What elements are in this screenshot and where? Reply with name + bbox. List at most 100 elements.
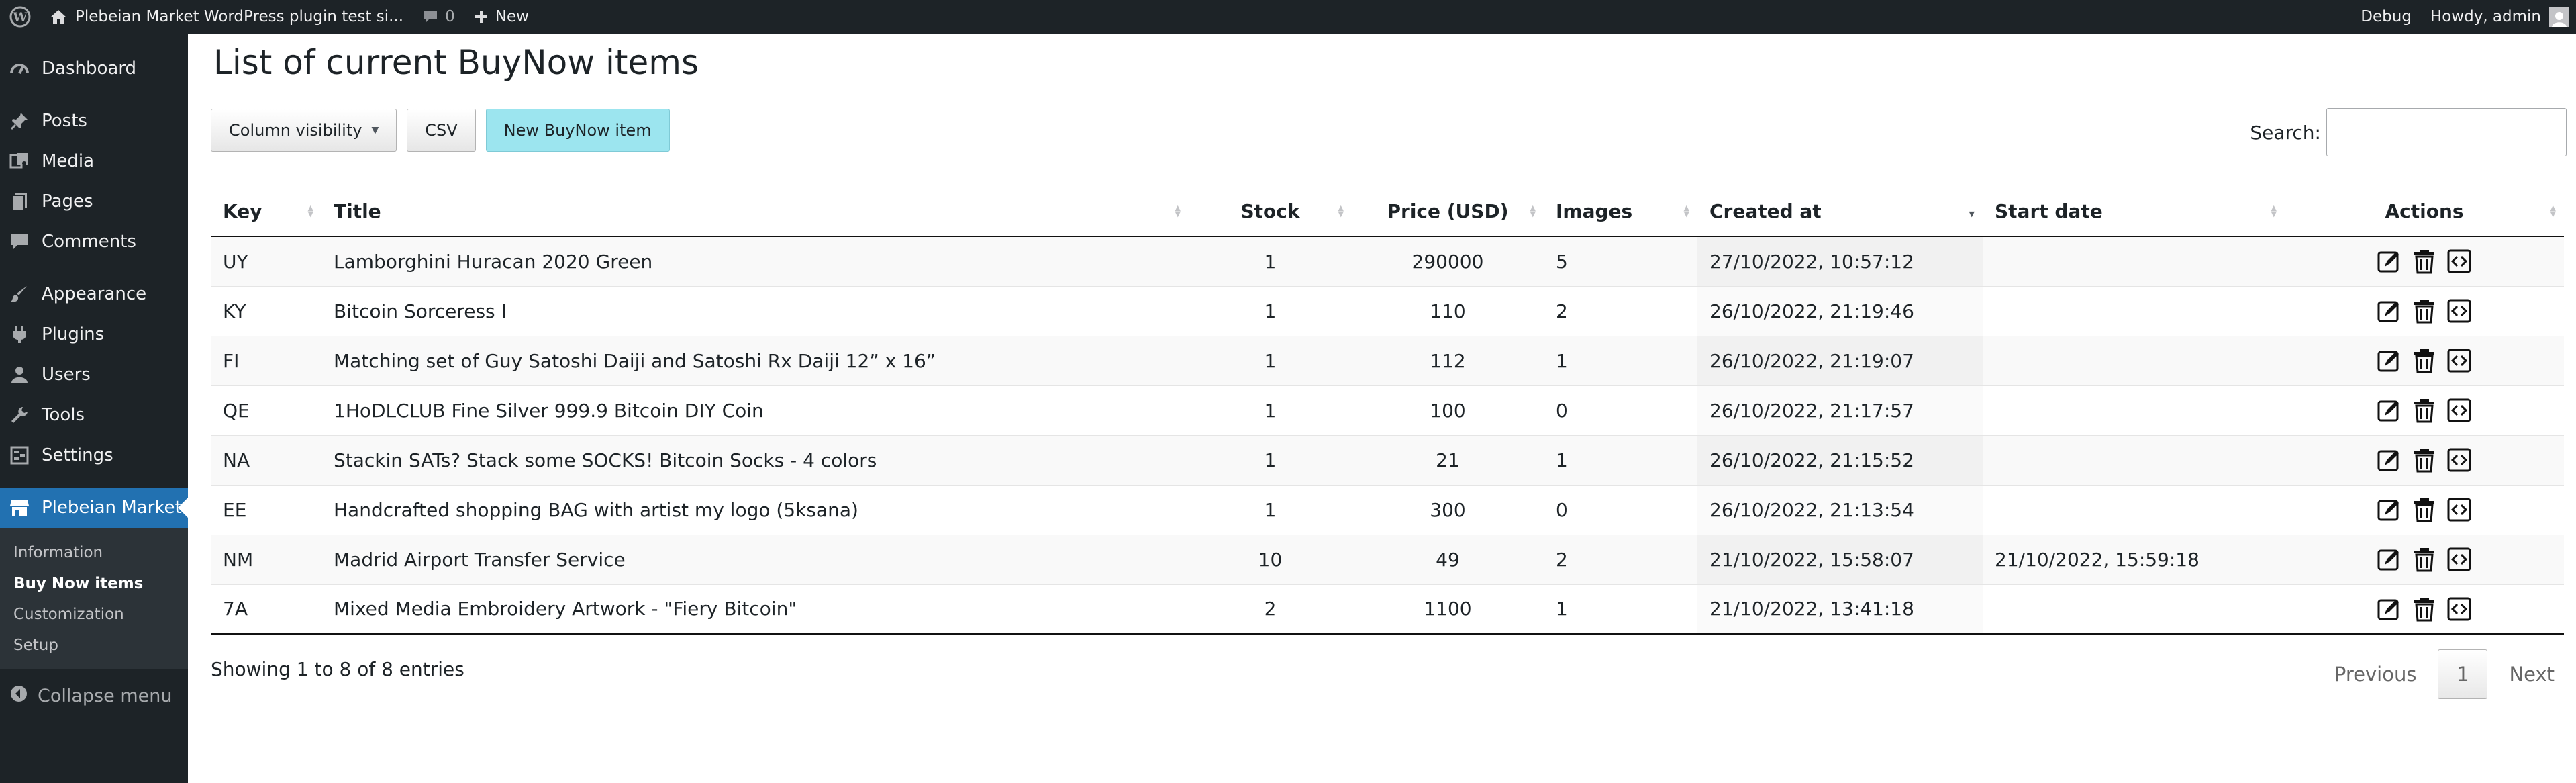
comment-bubble-icon	[422, 9, 438, 24]
cell-images: 5	[1544, 236, 1697, 286]
shortcode-icon[interactable]	[2444, 346, 2474, 375]
cell-stock: 2	[1189, 584, 1352, 635]
column-header-created-at[interactable]: Created at ▼	[1697, 187, 1983, 237]
edit-icon[interactable]	[2375, 594, 2404, 624]
table-row: FI Matching set of Guy Satoshi Daiji and …	[211, 335, 2564, 385]
plugin-icon	[8, 323, 31, 346]
column-visibility-button[interactable]: Column visibility ▼	[211, 109, 397, 152]
search-label: Search:	[2250, 121, 2321, 144]
pagination: Previous 1 Next	[2322, 649, 2567, 699]
column-header-stock[interactable]: Stock ▲ ▼	[1189, 187, 1352, 237]
previous-page-button[interactable]: Previous	[2322, 663, 2429, 686]
edit-icon[interactable]	[2375, 296, 2404, 326]
debug-link[interactable]: Debug	[2351, 0, 2421, 34]
new-content-link[interactable]: New	[464, 0, 538, 34]
new-label: New	[495, 8, 529, 26]
column-header-actions[interactable]: Actions ▲ ▼	[2285, 187, 2564, 237]
sidebar-item-plugins[interactable]: Plugins	[0, 314, 188, 355]
settings-icon	[8, 444, 31, 467]
sidebar-item-label: Tools	[42, 405, 85, 425]
cell-created-at: 26/10/2022, 21:13:54	[1697, 484, 1983, 535]
cell-actions	[2285, 385, 2564, 435]
cell-created-at: 26/10/2022, 21:19:07	[1697, 335, 1983, 385]
cell-price: 110	[1352, 285, 1544, 336]
plus-icon	[474, 9, 489, 24]
cell-images: 0	[1544, 385, 1697, 435]
cell-price: 49	[1352, 534, 1544, 584]
shortcode-icon[interactable]	[2444, 246, 2474, 276]
csv-button[interactable]: CSV	[407, 109, 476, 152]
next-page-button[interactable]: Next	[2497, 663, 2567, 686]
cell-actions	[2285, 335, 2564, 385]
cell-actions	[2285, 434, 2564, 485]
trash-icon[interactable]	[2410, 296, 2439, 326]
shortcode-icon[interactable]	[2444, 545, 2474, 574]
wordpress-logo-icon[interactable]: W	[0, 0, 40, 34]
column-header-key[interactable]: Key ▲ ▼	[211, 187, 321, 237]
edit-icon[interactable]	[2375, 495, 2404, 524]
sidebar-item-comments[interactable]: Comments	[0, 222, 188, 262]
cell-stock: 1	[1189, 484, 1352, 535]
site-name-link[interactable]: Plebeian Market WordPress plugin test si…	[40, 0, 413, 34]
shortcode-icon[interactable]	[2444, 594, 2474, 624]
trash-icon[interactable]	[2410, 495, 2439, 524]
cell-images: 2	[1544, 534, 1697, 584]
trash-icon[interactable]	[2410, 346, 2439, 375]
sidebar-item-tools[interactable]: Tools	[0, 395, 188, 435]
submenu-item-customization[interactable]: Customization	[0, 599, 188, 630]
cell-created-at: 21/10/2022, 13:41:18	[1697, 584, 1983, 635]
shortcode-icon[interactable]	[2444, 445, 2474, 475]
admin-sidebar: Dashboard Posts Media Pages Comments App…	[0, 34, 188, 783]
wrench-icon	[8, 404, 31, 426]
column-header-start-date[interactable]: Start date ▲ ▼	[1983, 187, 2285, 237]
collapse-menu-button[interactable]: Collapse menu	[0, 676, 188, 716]
shortcode-icon[interactable]	[2444, 495, 2474, 524]
edit-icon[interactable]	[2375, 346, 2404, 375]
edit-icon[interactable]	[2375, 545, 2404, 574]
sidebar-item-dashboard[interactable]: Dashboard	[0, 48, 188, 89]
site-name-label: Plebeian Market WordPress plugin test si…	[75, 8, 404, 26]
trash-icon[interactable]	[2410, 246, 2439, 276]
column-header-price[interactable]: Price (USD) ▲ ▼	[1352, 187, 1544, 237]
trash-icon[interactable]	[2410, 594, 2439, 624]
sidebar-item-label: Appearance	[42, 284, 147, 304]
buynow-items-table: Key ▲ ▼ Title ▲ ▼ Stock ▲ ▼ Price (USD) ▲ ▼ Imag…	[211, 187, 2564, 635]
search-input[interactable]	[2326, 108, 2567, 156]
sidebar-item-media[interactable]: Media	[0, 141, 188, 181]
column-header-images[interactable]: Images ▲ ▼	[1544, 187, 1697, 237]
menu-separator	[0, 89, 188, 101]
cell-title: Handcrafted shopping BAG with artist my …	[321, 484, 1189, 535]
edit-icon[interactable]	[2375, 246, 2404, 276]
submenu-item-buy-now-items[interactable]: Buy Now items	[0, 568, 188, 599]
edit-icon[interactable]	[2375, 445, 2404, 475]
cell-created-at: 21/10/2022, 15:58:07	[1697, 534, 1983, 584]
cell-images: 1	[1544, 584, 1697, 635]
sidebar-item-settings[interactable]: Settings	[0, 435, 188, 475]
comments-link[interactable]: 0	[413, 0, 464, 34]
sidebar-item-label: Users	[42, 365, 91, 385]
trash-icon[interactable]	[2410, 396, 2439, 425]
sort-descending-icon: ▼	[1969, 209, 1975, 218]
trash-icon[interactable]	[2410, 545, 2439, 574]
submenu-item-information[interactable]: Information	[0, 537, 188, 568]
shortcode-icon[interactable]	[2444, 396, 2474, 425]
account-menu[interactable]: Howdy, admin	[2421, 0, 2576, 34]
column-header-title[interactable]: Title ▲ ▼	[321, 187, 1189, 237]
sidebar-item-pages[interactable]: Pages	[0, 181, 188, 222]
sidebar-item-users[interactable]: Users	[0, 355, 188, 395]
sidebar-item-appearance[interactable]: Appearance	[0, 274, 188, 314]
sidebar-item-posts[interactable]: Posts	[0, 101, 188, 141]
cell-start-date	[1983, 484, 2285, 535]
sidebar-item-plebeian-market[interactable]: Plebeian Market	[0, 488, 188, 528]
page-title: List of current BuyNow items	[213, 43, 699, 82]
trash-icon[interactable]	[2410, 445, 2439, 475]
sort-arrows-icon: ▲ ▼	[1683, 203, 1689, 218]
shortcode-icon[interactable]	[2444, 296, 2474, 326]
edit-icon[interactable]	[2375, 396, 2404, 425]
cell-images: 0	[1544, 484, 1697, 535]
submenu-item-setup[interactable]: Setup	[0, 630, 188, 661]
current-page-button[interactable]: 1	[2438, 649, 2488, 699]
sidebar-item-label: Plugins	[42, 324, 105, 344]
cell-price: 112	[1352, 335, 1544, 385]
new-buynow-item-button[interactable]: New BuyNow item	[485, 109, 670, 152]
